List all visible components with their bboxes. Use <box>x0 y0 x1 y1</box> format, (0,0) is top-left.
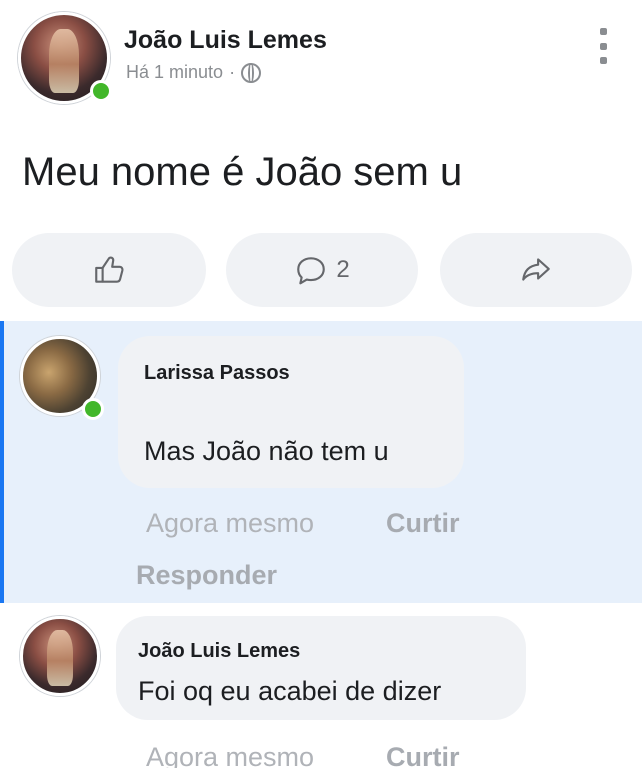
reply-text: Foi oq eu acabei de dizer <box>138 676 442 706</box>
post-text: Meu nome é João sem u <box>22 150 463 194</box>
reply-like-button[interactable]: Curtir <box>386 742 460 768</box>
reply-author-avatar[interactable] <box>20 616 100 696</box>
globe-icon <box>241 62 262 83</box>
online-status-dot <box>82 398 104 420</box>
online-status-dot <box>90 80 112 102</box>
comment-like-button[interactable]: Curtir <box>386 508 460 539</box>
comment-button[interactable]: 2 <box>226 233 418 307</box>
comment-bubble: Larissa Passos Mas João não tem u <box>118 336 464 488</box>
share-button[interactable] <box>440 233 632 307</box>
post-time[interactable]: Há 1 minuto <box>126 62 223 83</box>
comment-count: 2 <box>336 256 350 283</box>
reply-time: Agora mesmo <box>146 742 315 768</box>
meta-separator: · <box>229 62 236 82</box>
commenter-avatar[interactable] <box>20 336 104 420</box>
post-header: João Luis Lemes Há 1 minuto · <box>0 0 642 120</box>
post-author-name[interactable]: João Luis Lemes <box>124 26 327 55</box>
reply-bubble: João Luis Lemes Foi oq eu acabei de dize… <box>116 616 526 720</box>
comment-author[interactable]: Larissa Passos <box>144 362 290 385</box>
reply-author[interactable]: João Luis Lemes <box>138 640 300 663</box>
share-arrow-icon <box>522 258 550 281</box>
comment-bubble-icon <box>297 257 326 285</box>
avatar-image <box>20 616 100 696</box>
author-avatar[interactable] <box>18 12 112 104</box>
comment-reply-button[interactable]: Responder <box>136 560 277 591</box>
kebab-icon[interactable] <box>596 28 610 64</box>
thumbs-up-icon <box>95 256 124 283</box>
post-meta: Há 1 minuto · <box>126 62 262 83</box>
like-button[interactable] <box>12 233 206 307</box>
comment-time: Agora mesmo <box>146 508 315 538</box>
comment-text: Mas João não tem u <box>144 436 389 466</box>
